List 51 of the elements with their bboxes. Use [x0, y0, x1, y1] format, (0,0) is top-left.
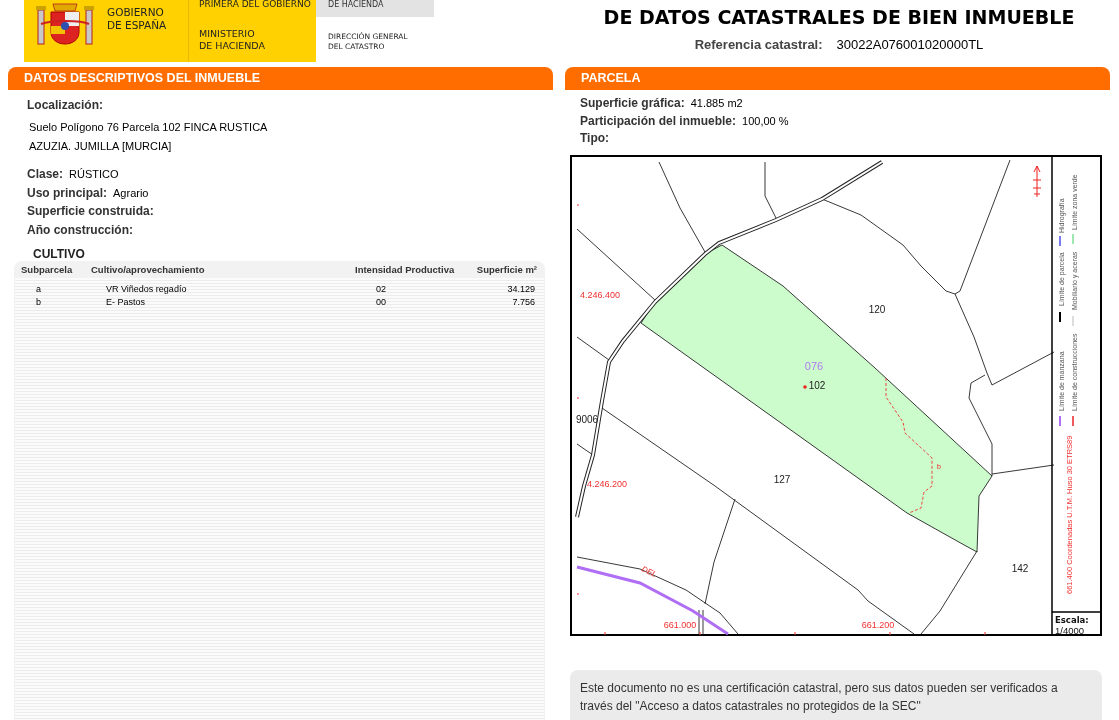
field-value: 100,00 %: [742, 114, 789, 127]
field-value: Agrario: [113, 186, 149, 199]
table-title: CULTIVO: [33, 247, 86, 261]
section-header: DATOS DESCRIPTIVOS DEL INMUEBLE: [8, 67, 553, 90]
address-line: Suelo Polígono 76 Parcela 102 FINCA RUSTICA: [28, 120, 269, 135]
north-arrow-icon: [1032, 165, 1042, 197]
column-header: Intensidad Productiva: [355, 264, 456, 275]
parcel-number: 102: [808, 379, 826, 391]
table-cell-text: E- Pastos: [105, 297, 146, 308]
disclaimer-note: Este documento no es una certificación catastral, pero sus datos pueden ser verificados a través del "Acceso a datos catastrales no protegidos de la SEC": [570, 669, 1102, 720]
field-label: Tipo:: [580, 131, 610, 145]
ministry-top-text: PRIMERA DEL GOBIERNO: [199, 0, 312, 9]
reference-label: Referencia catastral:: [694, 37, 823, 52]
address-line: AZUZIA. JUMILLA [MURCIA]: [28, 139, 173, 154]
field-label: Superficie construida:: [27, 204, 154, 218]
table-cell-text: a: [35, 283, 42, 294]
government-name: GOBIERNO DE ESPAÑA: [107, 6, 167, 32]
table-cell-text: 02: [375, 283, 387, 294]
parcel-centroid-icon: [803, 384, 807, 389]
column-header: Cultivo/aprovechamiento: [91, 264, 206, 275]
coordinate-label: 661.000: [663, 619, 697, 630]
column-header: Subparcela: [21, 264, 74, 275]
scale-label: Escala:: [1055, 614, 1089, 625]
parcel-number: 142: [1011, 562, 1029, 574]
column-header: Superficie m²: [475, 264, 537, 275]
reference-value: 30022A076001020000TL: [836, 37, 984, 52]
table-cell-text: 34.129: [506, 283, 535, 294]
polygon-number: 076: [804, 359, 824, 372]
field-value: RÚSTICO: [69, 168, 119, 180]
field-label: Localización:: [27, 98, 103, 112]
field-label: Participación del inmueble:: [580, 113, 737, 128]
scale-value: 1/4000: [1055, 624, 1085, 636]
parcel-number: 9006: [575, 413, 599, 425]
field-label: Uso principal:: [27, 185, 107, 200]
coordinate-label: 4.246.200: [587, 478, 628, 489]
parcel-number: 120: [868, 303, 886, 315]
field-label: Clase:: [27, 167, 64, 181]
ministry-name: MINISTERIO DE HACIENDA: [199, 28, 266, 52]
field-label: Año construcción:: [27, 222, 133, 237]
table-cell-text: VR Viñedos regadío: [105, 283, 188, 294]
table-cell-text: 00: [375, 297, 387, 308]
document-title: DE DATOS CATASTRALES DE BIEN INMUEBLE: [603, 6, 1075, 28]
coordinate-label: 661.200: [861, 619, 895, 630]
table-cell-text: 7.756: [511, 297, 535, 308]
section-header: PARCELA: [565, 67, 1110, 90]
field-value: 41.885 m2: [690, 97, 743, 109]
road-label: DEL: [640, 563, 658, 579]
coordinate-label: 4.246.400: [580, 289, 621, 300]
table-cell-text: b: [35, 297, 42, 308]
field-label: Superficie gráfica:: [580, 96, 685, 110]
parcel-number: 127: [773, 473, 791, 485]
